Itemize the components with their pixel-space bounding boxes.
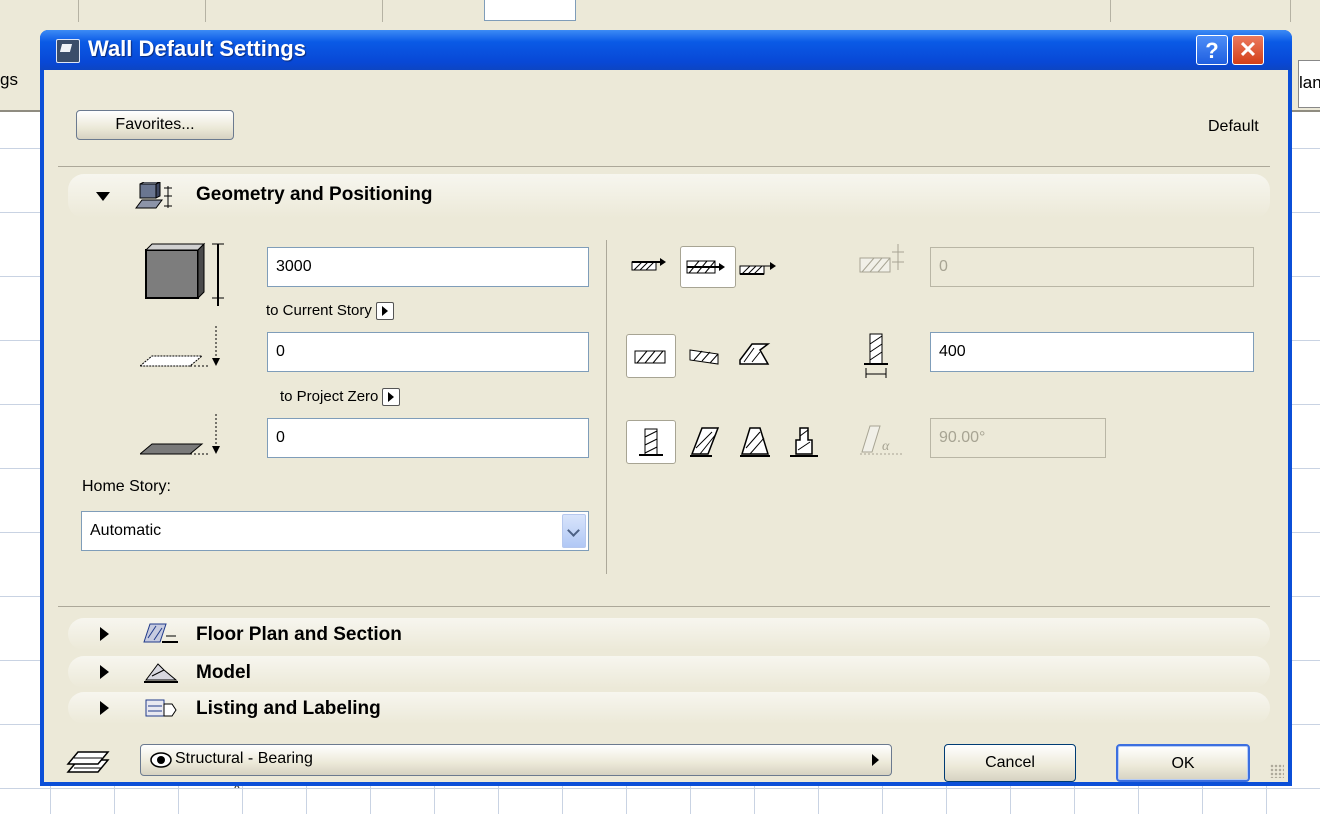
reference-level-popup-arrow-icon[interactable] — [382, 388, 401, 407]
layer-popup-button[interactable]: Structural - Bearing — [140, 744, 892, 776]
toolbar-separator — [205, 0, 206, 22]
wall-height-icon — [144, 242, 224, 306]
trapezoid-wall-icon[interactable] — [688, 346, 724, 370]
section-header-floor-plan[interactable]: Floor Plan and Section — [68, 618, 1270, 650]
collapse-triangle-icon[interactable] — [96, 192, 110, 201]
section-title-listing: Listing and Labeling — [196, 698, 381, 719]
project-zero-offset-input[interactable]: 0 — [267, 418, 589, 458]
reference-line-inside-icon[interactable] — [738, 258, 782, 282]
geometry-section-icon — [135, 182, 172, 209]
expand-triangle-icon[interactable] — [100, 665, 109, 679]
top-link-label[interactable]: to Current Story — [266, 302, 394, 321]
dialog-title: Wall Default Settings — [88, 36, 306, 61]
reference-line-outside-icon[interactable] — [630, 256, 670, 280]
background-toolbar-field[interactable] — [484, 0, 576, 21]
toolbar-separator — [1290, 0, 1291, 22]
wall-height-input[interactable]: 3000 — [267, 247, 589, 287]
slant-angle-icon: α — [860, 425, 902, 455]
top-link-text: to Current Story — [266, 302, 372, 319]
home-story-value: Automatic — [90, 522, 162, 539]
column-separator — [606, 240, 607, 574]
bottom-offset-input[interactable]: 0 — [267, 332, 589, 372]
ok-button[interactable]: OK — [1116, 744, 1250, 782]
section-title-floor-plan: Floor Plan and Section — [196, 624, 402, 645]
toolbar-separator — [1110, 0, 1111, 22]
vertical-wall-icon — [639, 428, 663, 456]
section-header-listing[interactable]: Listing and Labeling — [68, 692, 1270, 724]
background-tab-fragment-right[interactable]: lan — [1298, 60, 1320, 108]
bottom-offset-icon — [140, 326, 220, 367]
toolbar-separator — [78, 0, 79, 22]
layer-icon — [66, 751, 110, 773]
layer-value: Structural - Bearing — [175, 750, 313, 767]
section-title-model: Model — [196, 662, 251, 683]
reference-line-center-button[interactable] — [680, 246, 736, 288]
double-slanted-wall-icon[interactable] — [738, 426, 774, 460]
top-link-popup-arrow-icon[interactable] — [375, 302, 394, 321]
vertical-wall-button[interactable] — [626, 420, 676, 464]
reference-line-center-icon — [686, 260, 725, 274]
background-toolbar — [0, 0, 1320, 29]
divider — [58, 606, 1270, 607]
help-button[interactable]: ? — [1196, 35, 1228, 65]
divider — [58, 166, 1270, 167]
reference-level-text: to Project Zero — [280, 388, 379, 405]
profiled-wall-icon[interactable] — [786, 426, 822, 460]
dialog-body: Favorites... Default Geometry and Positi… — [44, 70, 1288, 782]
straight-wall-icon — [634, 350, 666, 364]
home-story-select[interactable]: Automatic — [81, 511, 589, 551]
toolbar-separator — [382, 0, 383, 22]
favorite-name-label: Default — [1208, 118, 1259, 135]
reference-line-offset-input: 0 — [930, 247, 1254, 287]
section-header-model[interactable]: Model — [68, 656, 1270, 688]
expand-triangle-icon[interactable] — [100, 701, 109, 715]
wall-thickness-icon — [864, 333, 888, 378]
section-title-geometry: Geometry and Positioning — [196, 184, 433, 205]
expand-triangle-icon[interactable] — [100, 627, 109, 641]
cancel-button[interactable]: Cancel — [944, 744, 1076, 782]
model-section-icon — [144, 663, 178, 683]
slanted-wall-icon[interactable] — [688, 426, 724, 460]
archicad-app-icon — [56, 39, 80, 63]
home-story-label: Home Story: — [82, 478, 171, 495]
dialog-titlebar[interactable]: Wall Default Settings ? ✕ — [40, 30, 1292, 70]
svg-text:α: α — [882, 439, 890, 454]
eye-icon — [150, 752, 172, 768]
chevron-down-icon[interactable] — [562, 514, 586, 548]
polygonal-wall-icon[interactable] — [738, 340, 774, 370]
popup-arrow-icon — [872, 754, 879, 766]
straight-wall-button[interactable] — [626, 334, 676, 378]
section-header-geometry[interactable]: Geometry and Positioning — [68, 174, 1270, 218]
wall-default-settings-dialog: Wall Default Settings ? ✕ Favorites... D… — [40, 30, 1292, 786]
wall-thickness-input[interactable]: 400 — [930, 332, 1254, 372]
reference-line-offset-icon — [859, 244, 904, 273]
favorites-button[interactable]: Favorites... — [76, 110, 234, 140]
close-button[interactable]: ✕ — [1232, 35, 1264, 65]
reference-level-label[interactable]: to Project Zero — [280, 388, 401, 407]
listing-labeling-icon — [145, 699, 177, 717]
project-zero-offset-icon — [140, 414, 220, 455]
resize-grip-icon[interactable] — [1270, 764, 1284, 778]
floor-plan-section-icon — [143, 623, 178, 643]
slant-angle-input: 90.00° — [930, 418, 1106, 458]
background-tab-fragment[interactable]: gs — [0, 70, 18, 90]
